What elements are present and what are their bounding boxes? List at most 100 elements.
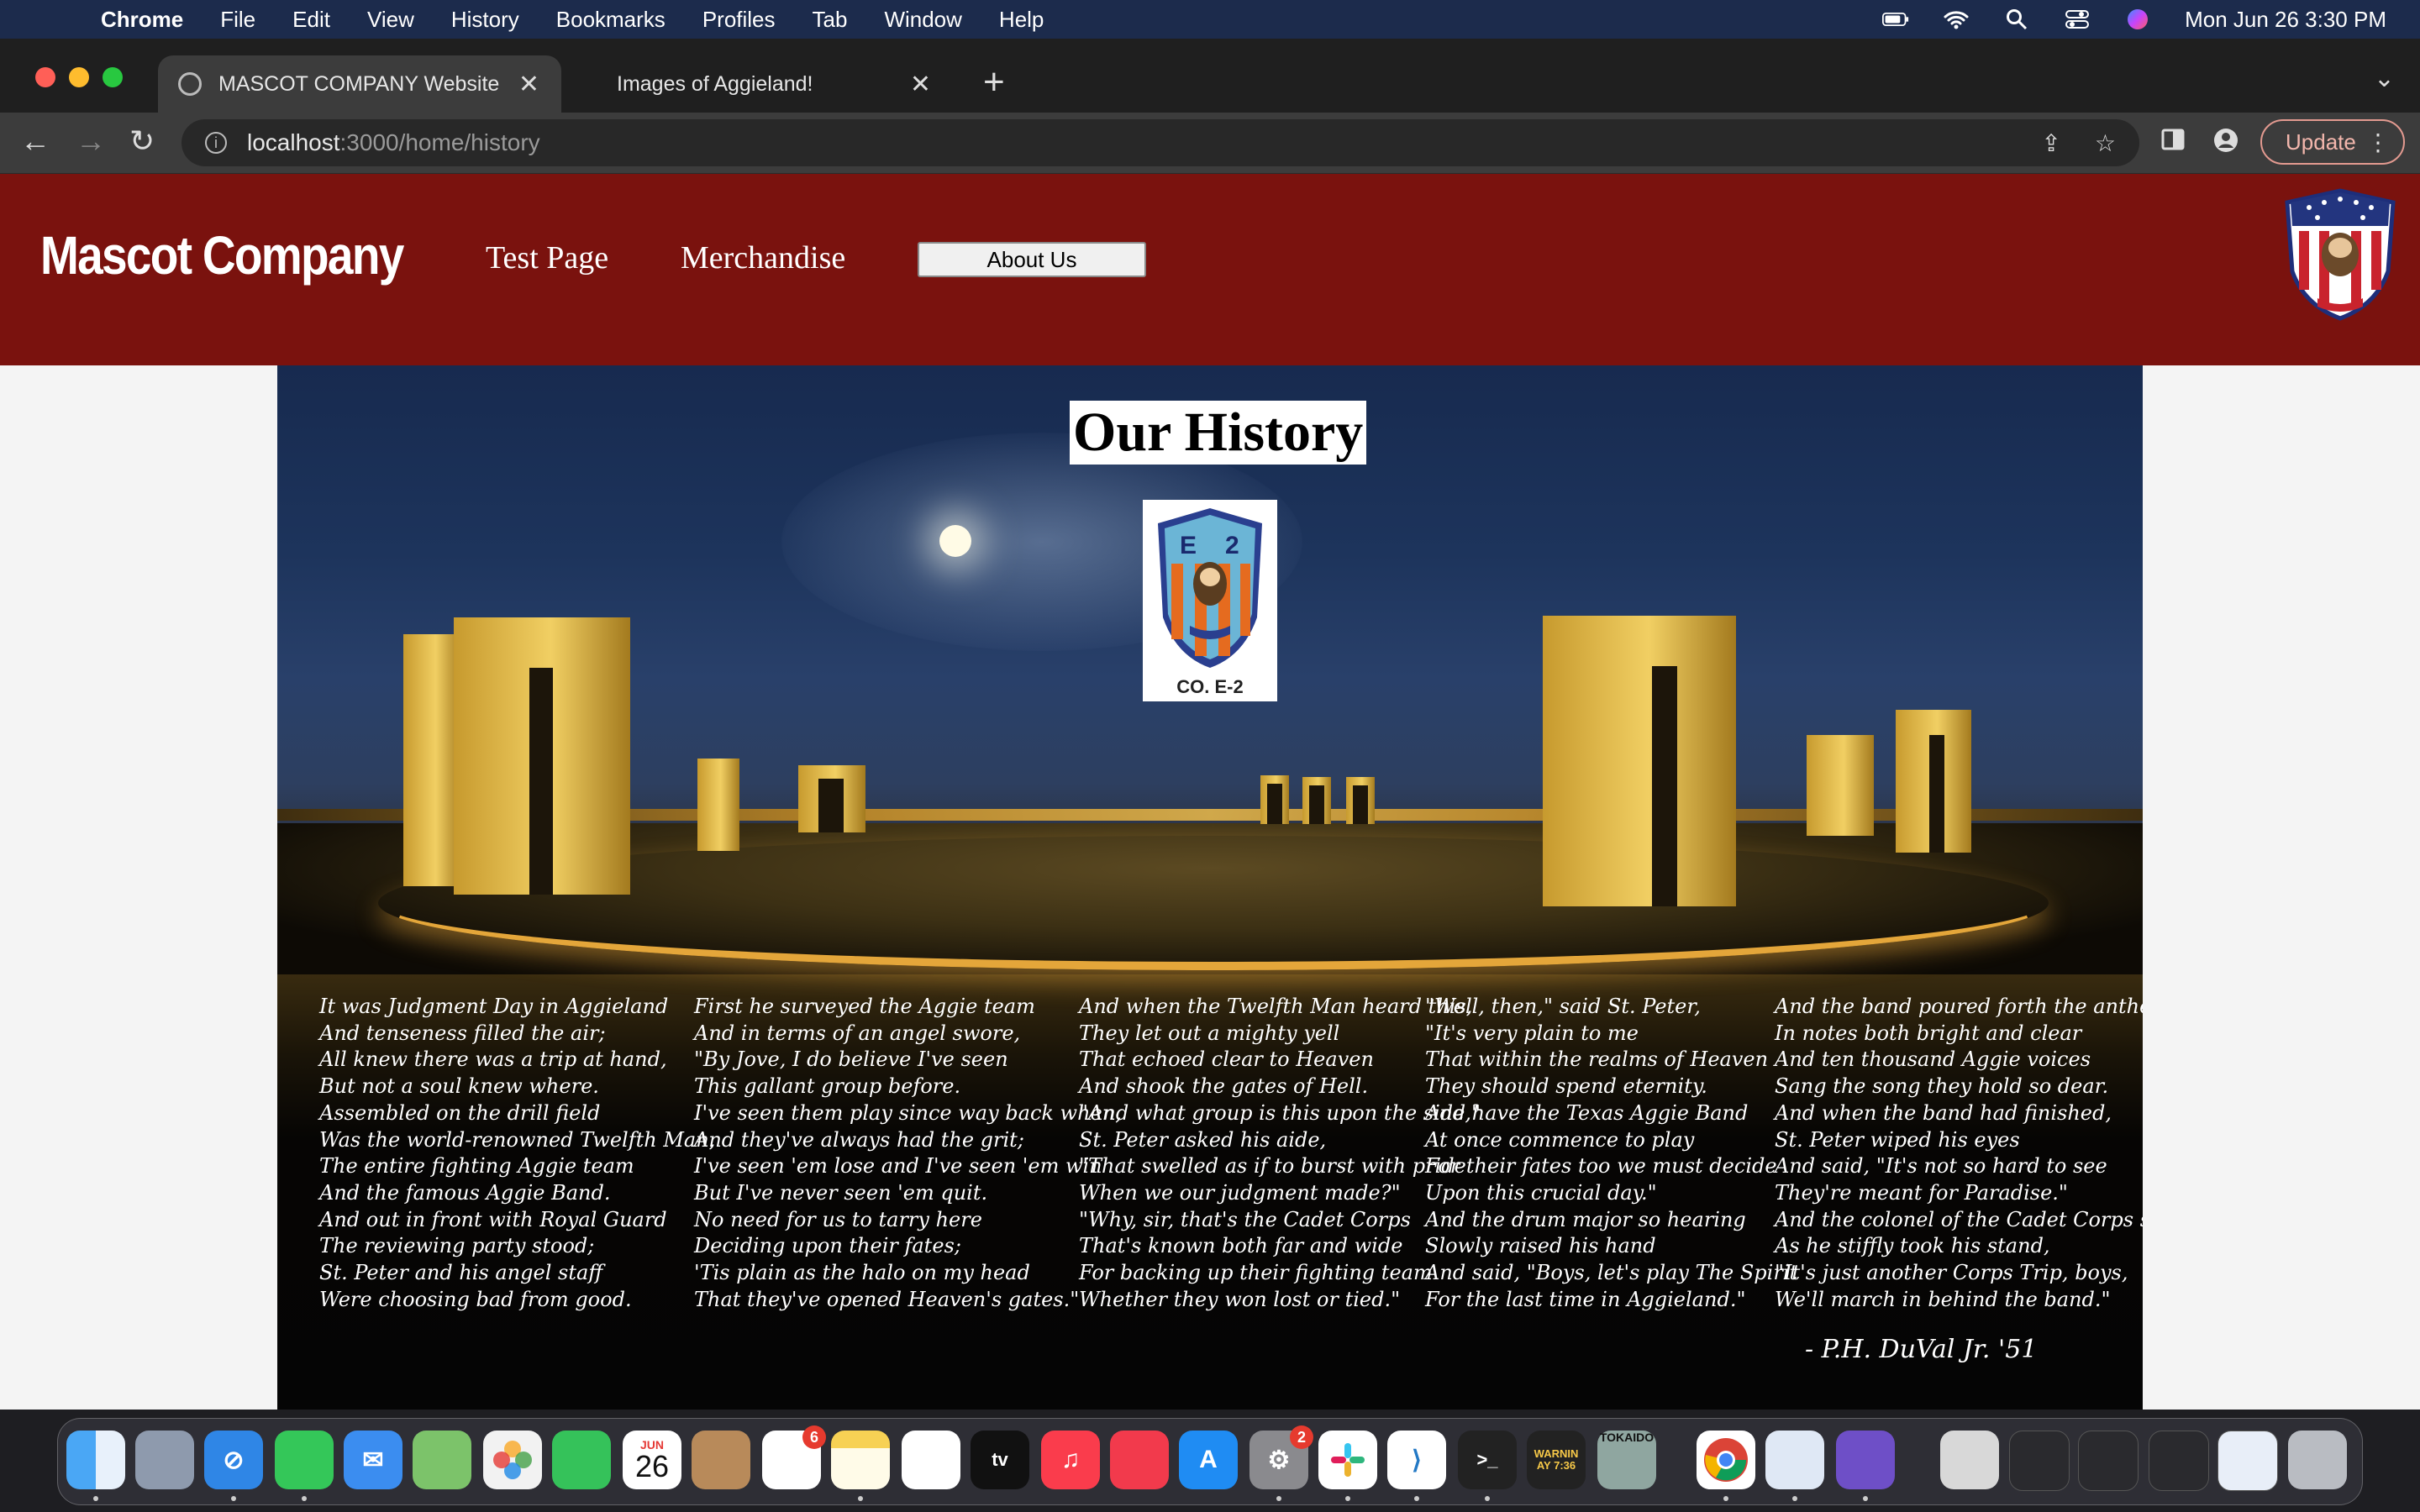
running-indicator	[93, 1496, 98, 1501]
url-host: localhost	[247, 129, 340, 155]
freeform-icon[interactable]	[902, 1431, 960, 1489]
site-header: Mascot Company Test Page Merchandise Abo…	[0, 174, 2420, 365]
console-icon[interactable]: WARNIN AY 7:36	[1527, 1431, 1586, 1489]
minimized-window-thumbnail[interactable]	[2217, 1431, 2278, 1491]
more-menu-icon[interactable]: ⋮	[2366, 129, 2390, 156]
tab-close-icon[interactable]: ✕	[910, 70, 931, 99]
back-arrow-icon[interactable]: ←	[20, 124, 50, 158]
svg-text:E: E	[1180, 532, 1197, 559]
facetime-icon[interactable]	[552, 1431, 611, 1489]
minimized-window-thumbnail[interactable]	[2009, 1431, 2070, 1491]
menu-bar-clock[interactable]: Mon Jun 26 3:30 PM	[2185, 7, 2386, 33]
slack-icon[interactable]	[1318, 1431, 1377, 1489]
mascot-shield-logo[interactable]	[2284, 187, 2396, 322]
chrome-icon[interactable]	[1697, 1431, 1755, 1489]
github-desktop-icon[interactable]	[1836, 1431, 1895, 1489]
messages-icon[interactable]	[275, 1431, 334, 1489]
notes-icon[interactable]	[831, 1431, 890, 1489]
running-indicator	[231, 1496, 236, 1501]
memorial-portal	[1543, 616, 1736, 906]
nav-merchandise[interactable]: Merchandise	[681, 239, 845, 276]
menu-bookmarks[interactable]: Bookmarks	[556, 7, 666, 33]
menu-edit[interactable]: Edit	[292, 7, 330, 33]
site-info-icon[interactable]: i	[205, 132, 227, 154]
tv-icon[interactable]: tv	[971, 1431, 1029, 1489]
tab-close-icon[interactable]: ✕	[518, 70, 539, 99]
chrome-update-button[interactable]: Update ⋮	[2260, 119, 2405, 165]
battery-icon[interactable]	[1882, 8, 1909, 30]
memorial-portal	[454, 617, 630, 895]
console-text: WARNIN AY 7:36	[1534, 1447, 1579, 1472]
menu-file[interactable]: File	[220, 7, 255, 33]
tab-title: MASCOT COMPANY Website	[218, 71, 500, 96]
vscode-icon[interactable]: ⟩	[1387, 1431, 1446, 1489]
reload-icon[interactable]: ↻	[129, 124, 155, 158]
tab-title: Images of Aggieland!	[617, 71, 813, 96]
menu-profiles[interactable]: Profiles	[702, 7, 776, 33]
poem-stanza-2: First he surveyed the Aggie team And in …	[694, 995, 1122, 1311]
about-us-button[interactable]: About Us	[918, 242, 1146, 277]
forward-arrow-icon[interactable]: →	[76, 124, 106, 158]
macos-dock: ⊘ ✉ JUN 26 6 tv ♫ A ⚙ 2 ⟩ >_ WARNIN AY 7…	[57, 1418, 2363, 1505]
moon	[939, 525, 971, 557]
system-settings-icon[interactable]: ⚙ 2	[1249, 1425, 1313, 1489]
reminders-icon[interactable]: 6	[762, 1425, 826, 1489]
tokaido-label: TOKAIDO	[1599, 1431, 1655, 1444]
poem-signature: - P.H. DuVal Jr. '51	[1805, 1335, 2038, 1364]
menu-view[interactable]: View	[367, 7, 414, 33]
spotlight-search-icon[interactable]	[2003, 8, 2030, 30]
profile-avatar-icon[interactable]	[2213, 128, 2238, 160]
new-tab-plus-icon[interactable]: +	[983, 64, 1005, 101]
side-panel-icon[interactable]	[2161, 128, 2185, 158]
settings-badge: 2	[1290, 1425, 1313, 1449]
news-icon[interactable]	[1110, 1431, 1169, 1489]
minimized-window-thumbnail[interactable]	[2149, 1431, 2209, 1491]
memorial-portal	[1346, 777, 1375, 824]
maps-icon[interactable]	[413, 1431, 471, 1489]
menu-help[interactable]: Help	[999, 7, 1044, 33]
memorial-portal	[1302, 777, 1331, 824]
music-icon[interactable]: ♫	[1041, 1431, 1100, 1489]
window-minimize-button[interactable]	[69, 67, 89, 87]
share-icon[interactable]: ⇪	[2041, 129, 2060, 157]
address-bar[interactable]: i localhost:3000/home/history ⇪ ☆	[182, 119, 2139, 166]
preview-icon[interactable]	[1765, 1431, 1824, 1489]
poem-stanza-4: "Well, then," said St. Peter, "It's very…	[1425, 995, 1798, 1311]
running-indicator	[1345, 1496, 1350, 1501]
url-path: :3000/home/history	[339, 129, 540, 155]
wifi-icon[interactable]	[1943, 8, 1970, 30]
calendar-icon[interactable]: JUN 26	[623, 1431, 681, 1489]
menu-app-name[interactable]: Chrome	[101, 7, 183, 33]
reminders-badge: 6	[802, 1425, 826, 1449]
control-center-icon[interactable]	[2064, 8, 2091, 30]
menu-history[interactable]: History	[451, 7, 519, 33]
site-brand[interactable]: Mascot Company	[40, 224, 404, 286]
tab-images-of-aggieland[interactable]: Images of Aggieland! ✕	[580, 55, 953, 113]
finder-icon[interactable]	[66, 1431, 125, 1489]
terminal-icon[interactable]: >_	[1458, 1431, 1517, 1489]
photos-icon[interactable]	[483, 1431, 542, 1489]
tab-mascot-company[interactable]: MASCOT COMPANY Website ✕	[158, 55, 561, 113]
calendar-day: 26	[634, 1449, 670, 1483]
tokaido-icon[interactable]: TOKAIDO	[1597, 1431, 1656, 1489]
bookmark-star-icon[interactable]: ☆	[2095, 129, 2116, 157]
tab-search-chevron-icon[interactable]: ⌄	[2374, 64, 2395, 93]
safari-icon[interactable]: ⊘	[204, 1431, 263, 1489]
nav-test-page[interactable]: Test Page	[486, 239, 608, 276]
downloads-stack-icon[interactable]	[1940, 1431, 1999, 1489]
contacts-icon[interactable]	[692, 1431, 750, 1489]
trash-icon[interactable]	[2288, 1431, 2347, 1489]
siri-icon[interactable]	[2124, 8, 2151, 30]
launchpad-icon[interactable]	[135, 1431, 194, 1489]
memorial-portal	[1260, 775, 1289, 824]
window-zoom-button[interactable]	[103, 67, 123, 87]
page-title: Our History	[1070, 401, 1367, 465]
menu-window[interactable]: Window	[884, 7, 961, 33]
minimized-window-thumbnail[interactable]	[2078, 1431, 2139, 1491]
history-content-area: Our History E 2 CO. E-2 It was Judgment …	[277, 365, 2143, 1410]
memorial-portal	[697, 759, 739, 851]
window-close-button[interactable]	[35, 67, 55, 87]
app-store-icon[interactable]: A	[1179, 1431, 1238, 1489]
mail-icon[interactable]: ✉	[344, 1431, 402, 1489]
menu-tab[interactable]: Tab	[813, 7, 848, 33]
